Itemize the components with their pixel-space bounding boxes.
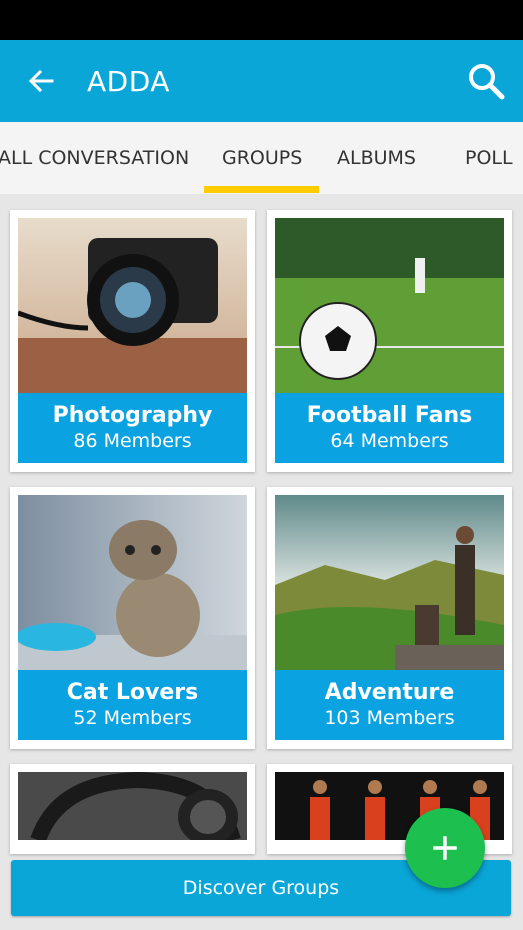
group-members: 86 Members: [73, 430, 192, 452]
group-label: Adventure 103 Members: [275, 670, 504, 740]
group-name: Adventure: [324, 680, 455, 705]
tab-bar: ALL CONVERSATION GROUPS ALBUMS POLL: [0, 122, 523, 194]
tab-albums[interactable]: ALBUMS: [337, 146, 416, 170]
group-members: 52 Members: [73, 707, 192, 729]
tab-poll[interactable]: POLL: [465, 146, 513, 170]
group-name: Cat Lovers: [66, 680, 199, 705]
group-label: Football Fans 64 Members: [275, 393, 504, 463]
group-label: Cat Lovers 52 Members: [18, 670, 247, 740]
group-image: [18, 218, 247, 393]
group-card-adventure[interactable]: Adventure 103 Members: [267, 487, 512, 749]
tab-indicator: [204, 186, 319, 193]
group-image: [275, 495, 504, 670]
search-icon[interactable]: [465, 60, 507, 102]
tab-all-conversation[interactable]: ALL CONVERSATION: [0, 146, 189, 170]
group-card-football-fans[interactable]: Football Fans 64 Members: [267, 210, 512, 472]
tab-groups[interactable]: GROUPS: [222, 146, 302, 170]
group-members: 64 Members: [330, 430, 449, 452]
arrow-left-icon[interactable]: [24, 64, 58, 98]
status-bar: [0, 0, 523, 40]
app-bar: ADDA: [0, 40, 523, 122]
app-title: ADDA: [87, 65, 170, 98]
plus-icon: [433, 836, 457, 860]
group-card-partial[interactable]: [10, 764, 255, 854]
group-label: Photography 86 Members: [18, 393, 247, 463]
group-image: [18, 772, 247, 840]
group-card-photography[interactable]: Photography 86 Members: [10, 210, 255, 472]
group-name: Photography: [52, 403, 213, 428]
group-image: [18, 495, 247, 670]
group-members: 103 Members: [324, 707, 455, 729]
group-image: [275, 218, 504, 393]
add-group-button[interactable]: [405, 808, 485, 888]
group-name: Football Fans: [306, 403, 473, 428]
group-card-cat-lovers[interactable]: Cat Lovers 52 Members: [10, 487, 255, 749]
